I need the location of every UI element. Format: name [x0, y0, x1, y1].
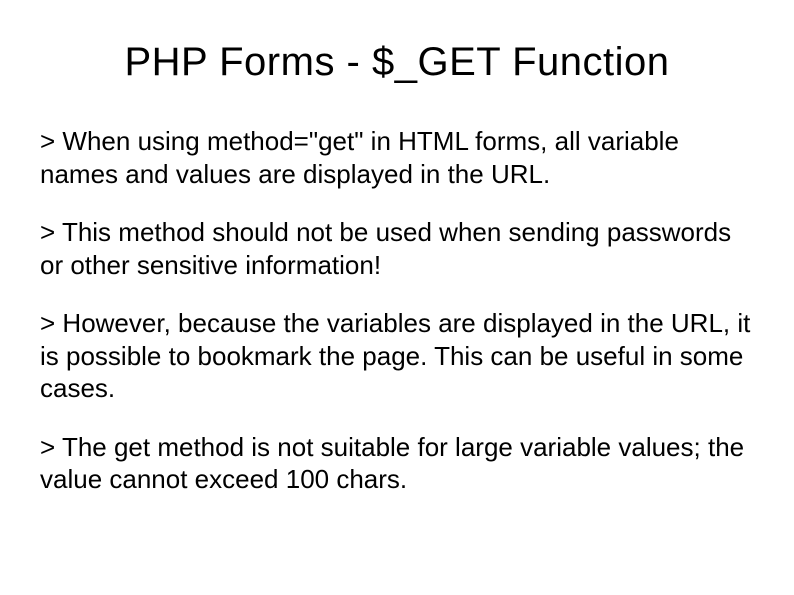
bullet-text: However, because the variables are displ… — [40, 308, 750, 403]
page-title: PHP Forms - $_GET Function — [40, 40, 754, 85]
bullet-item: > This method should not be used when se… — [40, 216, 754, 281]
bullet-marker: > — [40, 308, 62, 338]
bullet-marker: > — [40, 217, 62, 247]
bullet-text: When using method="get" in HTML forms, a… — [40, 126, 679, 189]
bullet-marker: > — [40, 432, 62, 462]
bullet-text: The get method is not suitable for large… — [40, 432, 744, 495]
bullet-item: > However, because the variables are dis… — [40, 307, 754, 405]
slide: PHP Forms - $_GET Function > When using … — [0, 0, 794, 595]
bullet-marker: > — [40, 126, 62, 156]
bullet-text: This method should not be used when send… — [40, 217, 731, 280]
bullet-item: > When using method="get" in HTML forms,… — [40, 125, 754, 190]
bullet-item: > The get method is not suitable for lar… — [40, 431, 754, 496]
